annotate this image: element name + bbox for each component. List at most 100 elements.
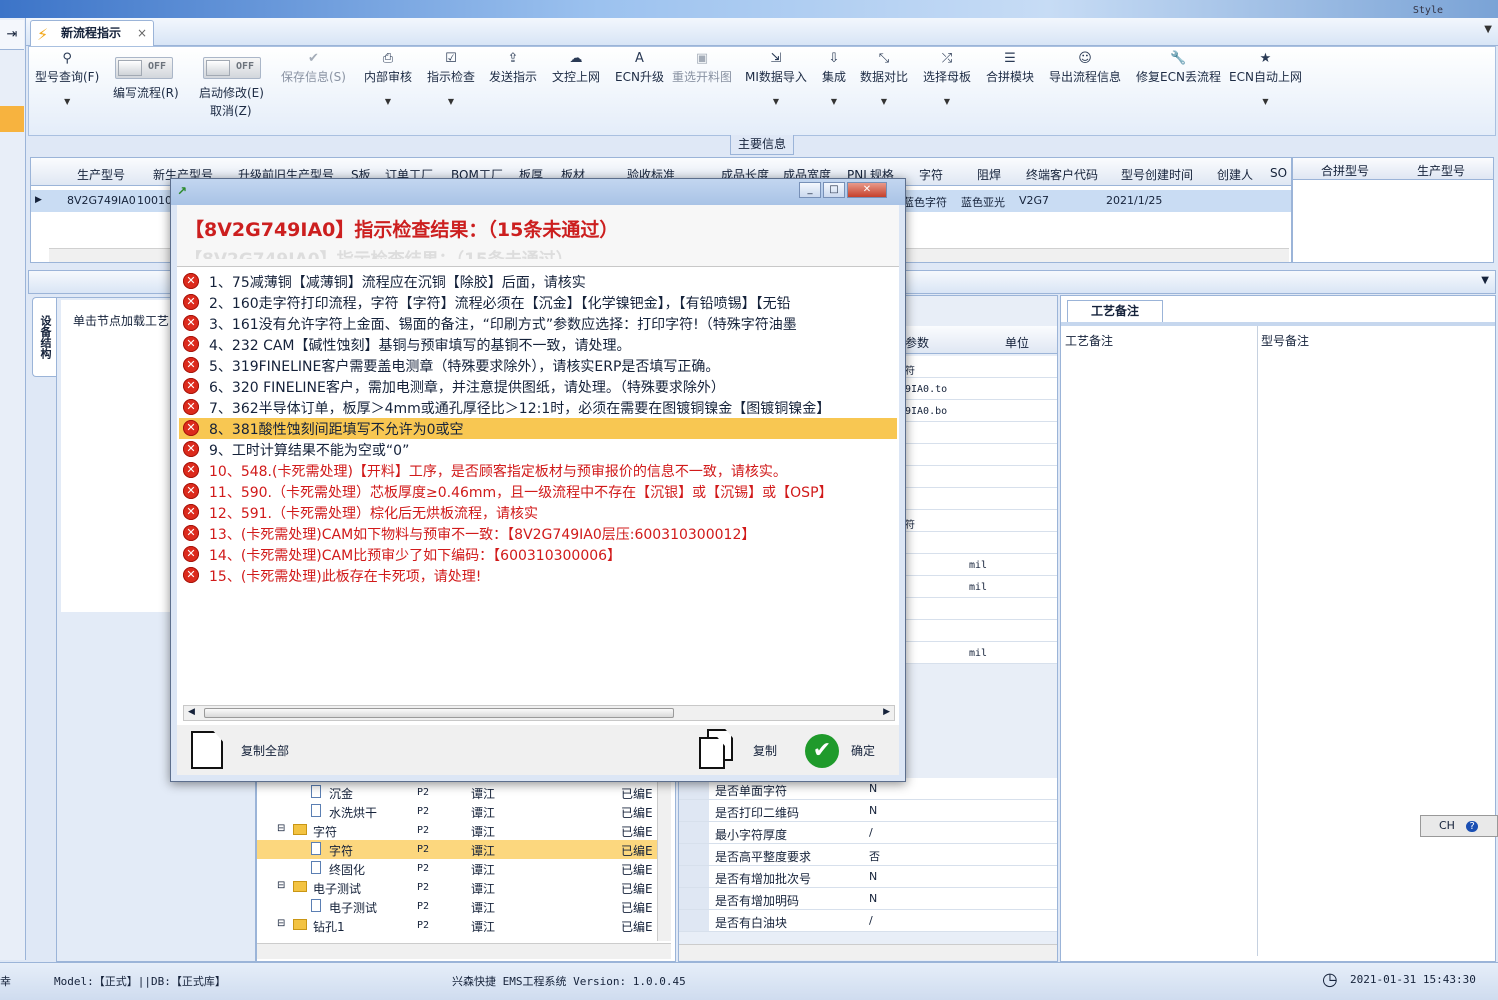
col-header[interactable]: 合拼型号 xyxy=(1321,162,1369,179)
col-header[interactable]: 字符 xyxy=(919,166,943,183)
data-compare-button[interactable]: ⤡ 数据对比 ▼ xyxy=(860,51,908,106)
result-item[interactable]: ✕ 3、161没有允许字符上金面、锡面的备注，“印刷方式”参数应选择：打印字符!（… xyxy=(179,313,897,334)
result-item-text: 9、工时计算结果不能为空或“0” xyxy=(209,443,410,459)
col-header[interactable]: 创建人 xyxy=(1217,166,1253,183)
start-edit-toggle[interactable]: OFF xyxy=(203,57,261,79)
chevron-down-icon[interactable]: ▼ xyxy=(1484,24,1492,35)
left-dock-highlight[interactable] xyxy=(0,106,24,132)
mi-data-import-button[interactable]: ⇲ MI数据导入 ▼ xyxy=(745,51,807,106)
repair-ecn-process-button[interactable]: 🔧 修复ECN丢流程 xyxy=(1136,51,1221,85)
tree-row[interactable]: ⊟ 字符 P2 谭江 已编E xyxy=(257,821,657,840)
copy-button[interactable]: 复制 xyxy=(697,729,787,769)
tree-row[interactable]: ⊟ 钻孔1 P2 谭江 已编E xyxy=(257,916,657,935)
result-item-text: 7、362半导体订单，板厚＞4mm或通孔厚径比＞12:1时，必须在需要在图镀铜镍… xyxy=(209,401,831,417)
write-process-toggle[interactable]: OFF xyxy=(115,57,173,79)
tree-vertical-scrollbar[interactable] xyxy=(657,781,671,941)
export-process-info-button[interactable]: ☺ 导出流程信息 xyxy=(1049,51,1121,85)
help-icon[interactable]: ? xyxy=(1466,821,1478,832)
collapse-icon[interactable]: ⊟ xyxy=(277,823,285,834)
tree-row[interactable]: 水洗烘干 P2 谭江 已编E xyxy=(257,802,657,821)
result-item[interactable]: ✕ 14、(卡死需处理)CAM比预审少了如下编码：【600310300006】 xyxy=(179,544,897,565)
doc-control-online-button[interactable]: ☁ 文控上网 xyxy=(552,51,600,85)
instruction-check-button[interactable]: ☑ 指示检查 ▼ xyxy=(427,51,475,106)
save-info-button[interactable]: ✔ 保存信息(S) xyxy=(281,51,346,85)
result-item[interactable]: ✕ 12、591.（卡死需处理）棕化后无烘板流程，请核实 xyxy=(179,502,897,523)
col-header[interactable]: SO xyxy=(1270,166,1287,180)
error-icon: ✕ xyxy=(183,525,199,541)
tab-new-process[interactable]: ⚡ 新流程指示 × xyxy=(30,20,154,46)
col-header[interactable]: 型号创建时间 xyxy=(1121,166,1193,183)
tree-node-p: P2 xyxy=(417,863,430,874)
col-header[interactable]: 终端客户代码 xyxy=(1026,166,1098,183)
param-row[interactable]: 是否高平整度要求 否 xyxy=(679,844,1057,866)
left-dock-bar: ⇥ xyxy=(0,18,26,960)
tab-process-notes[interactable]: 工艺备注 xyxy=(1067,300,1163,322)
scroll-right-icon[interactable]: ▶ xyxy=(883,707,890,717)
send-instruction-button[interactable]: ⇪ 发送指示 xyxy=(489,51,537,85)
collapse-icon[interactable]: ⊟ xyxy=(277,918,285,929)
cancel-button[interactable]: 取消(Z) xyxy=(210,103,252,119)
result-item[interactable]: ✕ 11、590.（卡死需处理）芯板厚度≥0.46mm，且一级流程中不存在【沉银】… xyxy=(179,481,897,502)
param-unit: mil xyxy=(969,648,988,659)
cloud-upload-icon: ☁ xyxy=(569,51,583,66)
minimize-button[interactable]: _ xyxy=(799,182,821,198)
result-item[interactable]: ✕ 7、362半导体订单，板厚＞4mm或通孔厚径比＞12:1时，必须在需要在图镀铜… xyxy=(179,397,897,418)
merge-module-button[interactable]: ☰ 合拼模块 xyxy=(986,51,1034,85)
send-instruction-label: 发送指示 xyxy=(489,70,538,84)
result-item[interactable]: ✕ 1、75减薄铜【减薄铜】流程应在沉铜【除胶】后面，请核实 xyxy=(179,271,897,292)
param-value: N xyxy=(869,892,878,905)
param-row[interactable]: 最小字符厚度 / xyxy=(679,822,1057,844)
error-icon: ✕ xyxy=(183,420,199,436)
tree-row[interactable]: 沉金 P2 谭江 已编E xyxy=(257,783,657,802)
param-value: N xyxy=(869,804,878,817)
upload-icon: ⇪ xyxy=(507,51,519,66)
result-item[interactable]: ✕ 8、381酸性蚀刻间距填写不允许为0或空 xyxy=(179,418,897,439)
internal-review-button[interactable]: ⎙ 内部审核 ▼ xyxy=(364,51,412,106)
wrench-icon: 🔧 xyxy=(1170,51,1187,66)
close-icon[interactable]: × xyxy=(137,21,147,45)
select-motherboard-button[interactable]: ⤮ 选择母板 ▼ xyxy=(923,51,971,106)
close-button[interactable]: ✕ xyxy=(847,182,887,198)
copy-all-button[interactable]: 复制全部 xyxy=(191,731,311,769)
param-row[interactable]: 是否有增加明码 N xyxy=(679,888,1057,910)
integrate-button[interactable]: ⇩ 集成 ▼ xyxy=(822,51,846,106)
scroll-left-icon[interactable]: ◀ xyxy=(188,707,195,717)
result-item[interactable]: ✕ 15、(卡死需处理)此板存在卡死项，请处理! xyxy=(179,565,897,586)
result-item[interactable]: ✕ 10、548.(卡死需处理)【开料】工序，是否顾客指定板材与预审报价的信息不一… xyxy=(179,460,897,481)
ecn-upgrade-button[interactable]: A ECN升级 xyxy=(615,51,664,85)
chevron-down-icon[interactable]: ▼ xyxy=(1481,275,1489,286)
col-header[interactable]: 生产型号 xyxy=(1417,162,1465,179)
tree-row[interactable]: 电子测试 P2 谭江 已编E xyxy=(257,897,657,916)
col-header[interactable]: 生产型号 xyxy=(77,166,125,183)
tab-equipment-structure[interactable]: 设备结构 xyxy=(32,297,56,377)
tree-row-selected[interactable]: 字符 P2 谭江 已编E xyxy=(257,840,657,859)
model-query-button[interactable]: ⚲ 型号查询(F) ▼ xyxy=(35,51,99,106)
ecn-auto-online-button[interactable]: ★ ECN自动上网 ▼ xyxy=(1229,51,1302,106)
result-item[interactable]: ✕ 2、160走字符打印流程，字符【字符】流程必须在【沉金】【化学镍钯金】，【有铅… xyxy=(179,292,897,313)
col-header-unit[interactable]: 单位 xyxy=(1005,334,1029,351)
result-item[interactable]: ✕ 6、320 FINELINE客户，需加电测章，并注意提供图纸，请处理。（特殊要… xyxy=(179,376,897,397)
login-icon[interactable]: ⇥ xyxy=(0,20,24,50)
param-horizontal-scrollbar[interactable] xyxy=(679,944,1057,960)
main-info-header[interactable]: 主要信息 xyxy=(730,135,794,155)
col-header[interactable]: 阻焊 xyxy=(977,166,1001,183)
col-header-param[interactable]: 参数 xyxy=(905,334,929,351)
reselect-cutting-chart-button[interactable]: ▣ 重选开料图 xyxy=(672,51,732,85)
ok-button[interactable]: ✔ 确定 xyxy=(805,733,895,769)
result-item[interactable]: ✕ 4、232 CAM【碱性蚀刻】基铜与预审填写的基铜不一致，请处理。 xyxy=(179,334,897,355)
result-horizontal-scrollbar[interactable]: ◀ ▶ xyxy=(183,705,895,721)
param-row[interactable]: 是否有白油块 / xyxy=(679,910,1057,932)
ime-indicator[interactable]: CH ? xyxy=(1420,815,1498,837)
tree-row[interactable]: ⊟ 电子测试 P2 谭江 已编E xyxy=(257,878,657,897)
param-row[interactable]: 是否打印二维码 N xyxy=(679,800,1057,822)
dialog-title-bar[interactable]: ↗ _ □ ✕ xyxy=(171,179,905,205)
tree-horizontal-scrollbar[interactable] xyxy=(257,943,671,959)
result-item[interactable]: ✕ 5、319FINELINE客户需要盖电测章（特殊要求除外），请核实ERP是否填… xyxy=(179,355,897,376)
scroll-thumb[interactable] xyxy=(204,708,674,718)
tree-row[interactable]: 终固化 P2 谭江 已编E xyxy=(257,859,657,878)
result-item[interactable]: ✕ 9、工时计算结果不能为空或“0” xyxy=(179,439,897,460)
maximize-button[interactable]: □ xyxy=(823,182,845,198)
param-row[interactable]: 是否有增加批次号 N xyxy=(679,866,1057,888)
result-item[interactable]: ✕ 13、(卡死需处理)CAM如下物料与预审不一致：【8V2G749IA0层压:6… xyxy=(179,523,897,544)
collapse-icon[interactable]: ⊟ xyxy=(277,880,285,891)
